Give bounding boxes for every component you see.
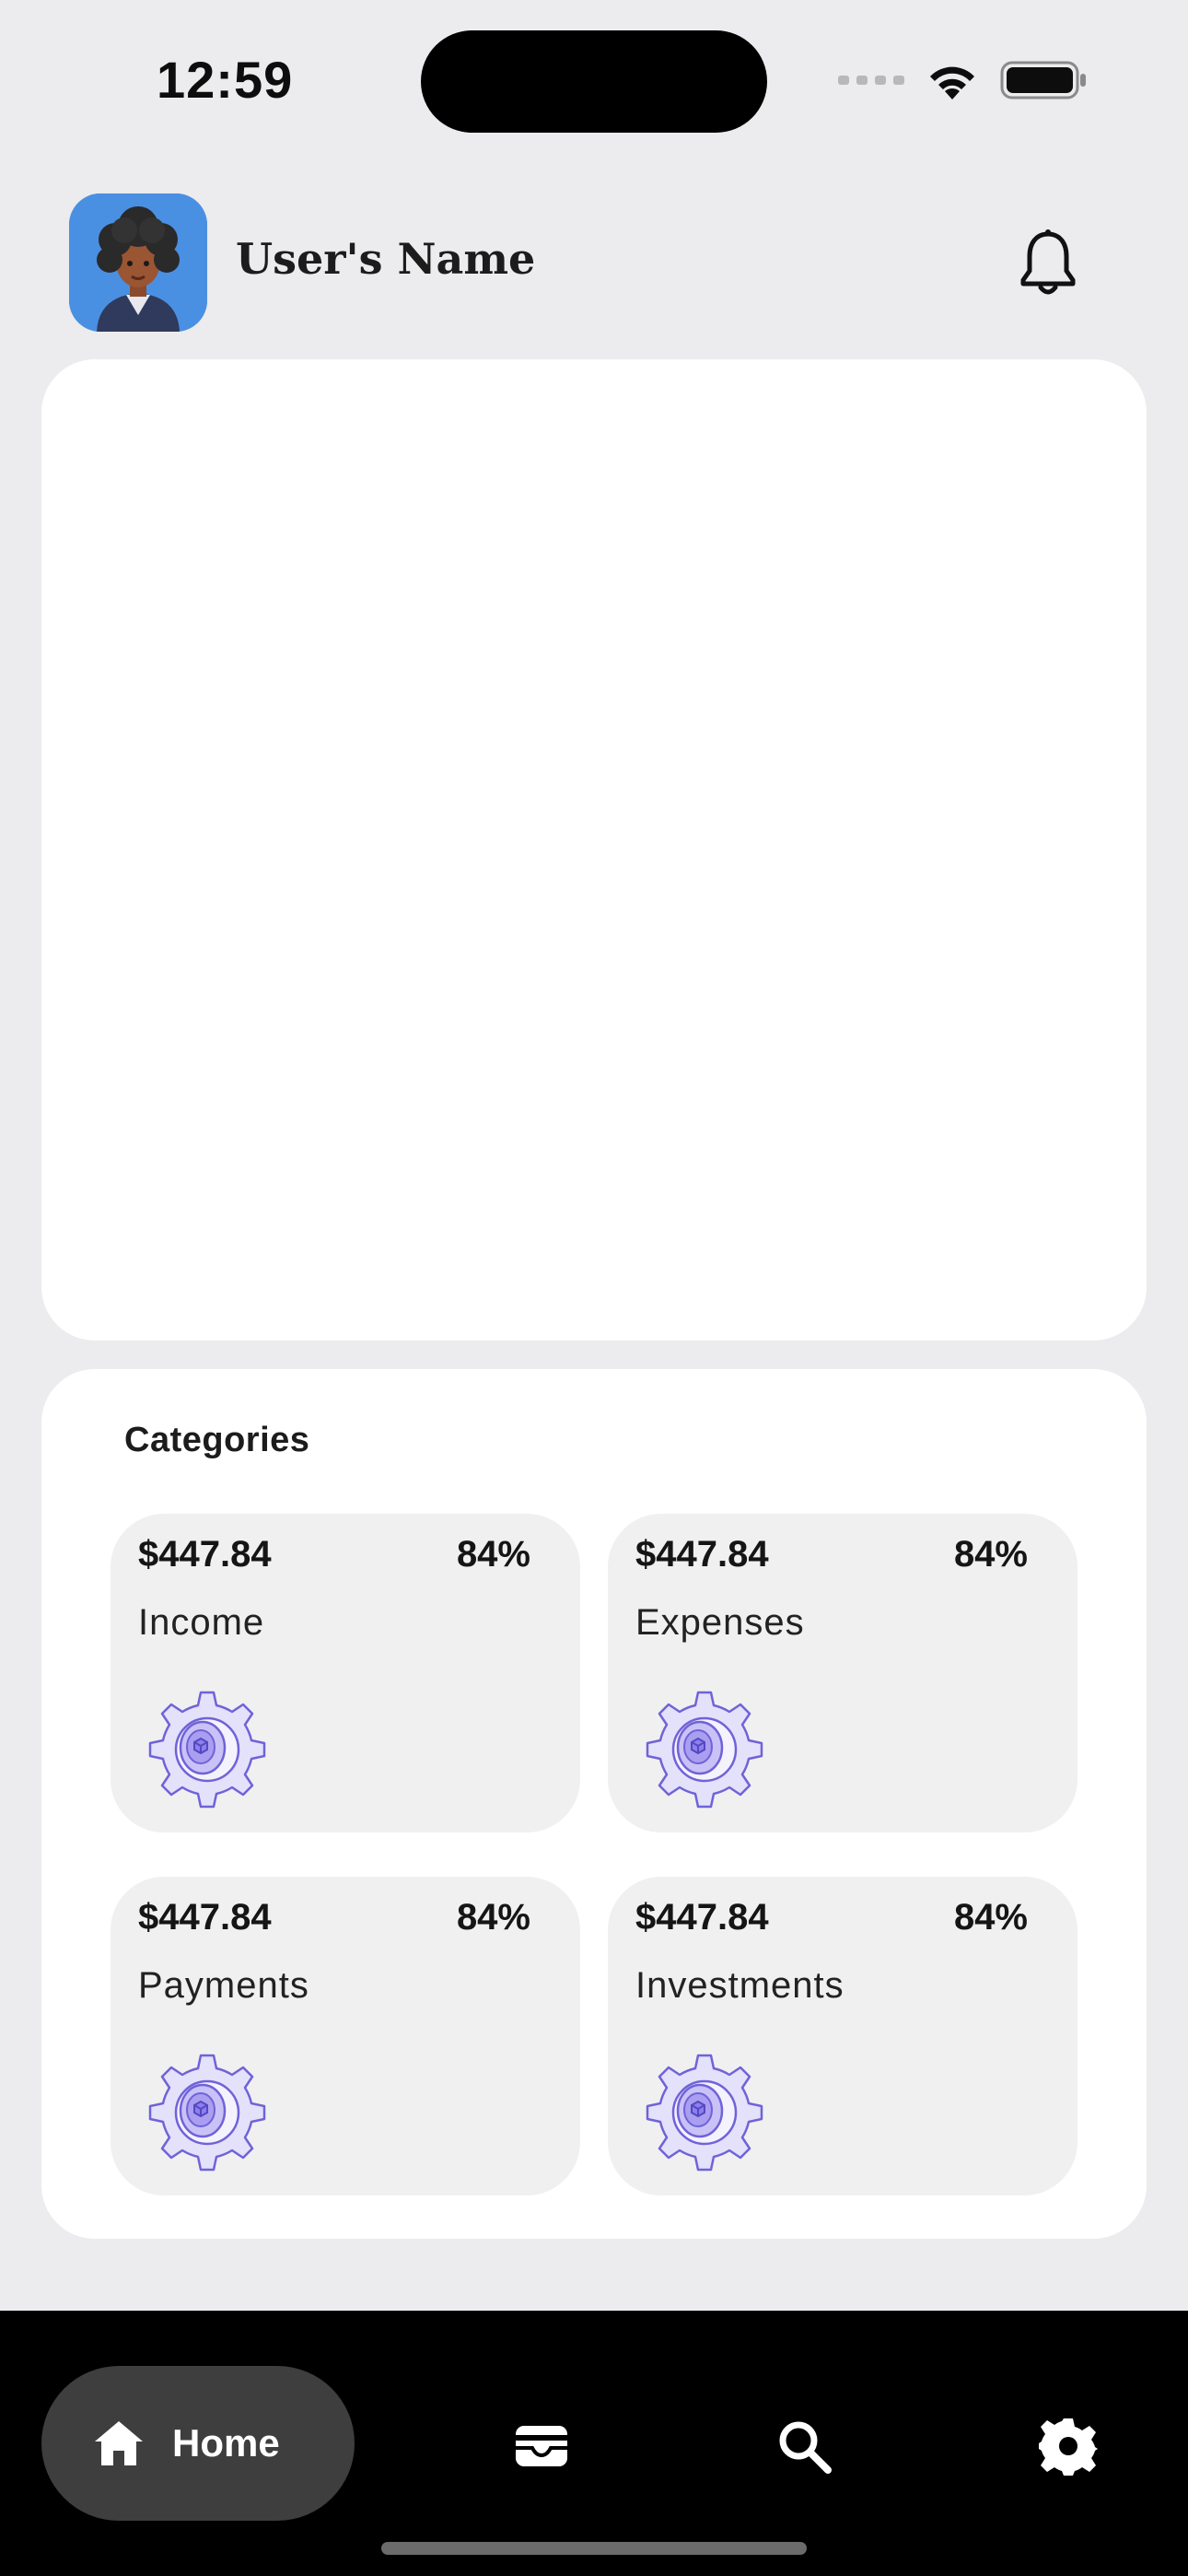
wallet-icon[interactable] <box>512 2417 571 2476</box>
category-label: Investments <box>635 1965 844 2006</box>
categories-title: Categories <box>124 1421 310 1459</box>
home-indicator <box>381 2542 807 2555</box>
gear-icon <box>646 1691 763 1809</box>
nav-home-label: Home <box>172 2421 280 2465</box>
category-tile-expenses[interactable]: $447.84 84% Expenses <box>608 1514 1077 1832</box>
category-percent: 84% <box>456 1897 530 1938</box>
category-tile-income[interactable]: $447.84 84% Income <box>111 1514 580 1832</box>
search-icon[interactable] <box>775 2417 833 2476</box>
bottom-nav: Home <box>0 2311 1188 2576</box>
user-name: User's Name <box>236 234 536 284</box>
dynamic-island <box>421 30 767 133</box>
category-tile-payments[interactable]: $447.84 84% Payments <box>111 1877 580 2195</box>
gear-icon <box>148 2054 266 2172</box>
category-amount: $447.84 <box>138 1534 272 1575</box>
overview-card <box>41 359 1147 1341</box>
category-label: Income <box>138 1602 265 1643</box>
category-amount: $447.84 <box>138 1897 272 1938</box>
avatar-illustration <box>69 193 207 332</box>
category-percent: 84% <box>456 1534 530 1575</box>
category-percent: 84% <box>953 1897 1028 1938</box>
categories-card: Categories $447.84 84% Income $447.84 84… <box>41 1369 1147 2239</box>
category-tile-investments[interactable]: $447.84 84% Investments <box>608 1877 1077 2195</box>
status-icons <box>838 57 1089 103</box>
nav-item-home[interactable]: Home <box>41 2366 355 2521</box>
gear-icon <box>646 2054 763 2172</box>
status-bar: 12:59 <box>0 0 1188 147</box>
settings-gear-icon[interactable] <box>1039 2417 1098 2476</box>
category-amount: $447.84 <box>635 1897 769 1938</box>
home-icon <box>95 2421 143 2465</box>
gear-icon <box>148 1691 266 1809</box>
category-label: Payments <box>138 1965 309 2006</box>
wifi-icon <box>930 66 974 100</box>
header: User's Name <box>0 193 1188 332</box>
bell-icon[interactable] <box>1018 228 1078 299</box>
cellular-signal-icon <box>838 76 904 85</box>
user-avatar[interactable] <box>69 193 207 332</box>
category-label: Expenses <box>635 1602 805 1643</box>
battery-icon <box>1000 61 1086 100</box>
status-time: 12:59 <box>157 51 294 109</box>
category-amount: $447.84 <box>635 1534 769 1575</box>
category-percent: 84% <box>953 1534 1028 1575</box>
